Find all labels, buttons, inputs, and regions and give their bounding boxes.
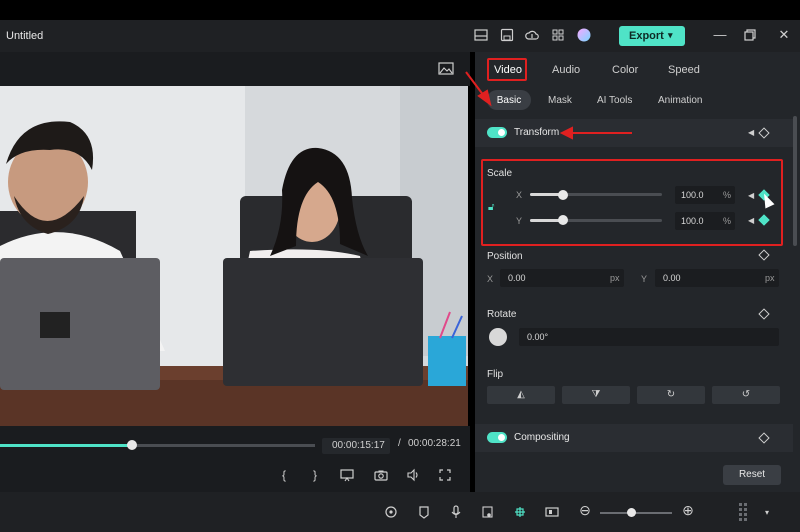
rotate-label: Rotate — [487, 309, 517, 320]
rotate-input[interactable]: 0.00° — [519, 328, 779, 346]
close-icon[interactable]: ✕ — [775, 26, 793, 44]
playback-scrubber[interactable] — [0, 444, 315, 447]
playback-progress — [0, 444, 133, 447]
transform-label: Transform — [514, 127, 560, 138]
audio-notes-icon[interactable] — [481, 505, 495, 519]
rotate-clockwise-button[interactable]: ↻ — [637, 386, 705, 404]
compositing-keyframe-icon[interactable] — [758, 432, 770, 444]
position-x-axis: X — [487, 274, 494, 284]
position-x-input[interactable]: 0.00 px — [500, 269, 624, 287]
scrubber-handle[interactable] — [127, 440, 138, 450]
timeline-grid-icon[interactable] — [738, 502, 752, 522]
display-settings-icon[interactable] — [340, 468, 354, 482]
title-bar: Untitled Export ▾ — ✕ — [0, 20, 800, 52]
transform-section-header[interactable]: Transform ◀ — [475, 119, 793, 147]
rotate-value: 0.00° — [527, 332, 549, 342]
apps-grid-icon[interactable] — [551, 28, 565, 42]
panel-scrollbar[interactable] — [793, 116, 797, 246]
flip-horizontal-icon: ◭ — [517, 389, 525, 400]
panel-tabs: Video Audio Color Speed — [475, 52, 800, 86]
transform-toggle[interactable] — [487, 127, 507, 138]
timeline-toolbar: ⊖ ⊕ ▾ — [0, 492, 800, 532]
keyframe-diamond-icon[interactable] — [758, 127, 770, 139]
flip-vertical-icon: ⧩ — [591, 389, 601, 400]
volume-icon[interactable] — [406, 468, 420, 482]
window-title: Untitled — [6, 30, 44, 42]
reset-button[interactable]: Reset — [723, 465, 781, 485]
rotate-keyframe-icon[interactable] — [758, 308, 770, 320]
tab-audio[interactable]: Audio — [552, 64, 580, 76]
chevron-down-icon: ▾ — [668, 30, 673, 40]
subtab-ai-tools[interactable]: AI Tools — [597, 95, 632, 106]
snap-magnet-icon[interactable] — [513, 505, 527, 519]
position-y-axis: Y — [641, 274, 648, 284]
rotate-counterclockwise-icon: ↺ — [741, 389, 751, 400]
render-preview-icon[interactable] — [384, 505, 398, 519]
mark-in-icon[interactable]: { — [277, 468, 291, 482]
panel-subtabs: Basic Mask AI Tools Animation — [475, 86, 800, 116]
layout-icon[interactable] — [474, 28, 488, 42]
prev-keyframe-icon[interactable]: ◀ — [748, 128, 754, 137]
fullscreen-icon[interactable] — [438, 468, 452, 482]
flip-label: Flip — [487, 369, 504, 380]
playback-controls: 00:00:15:17 / 00:00:28:21 { } — [0, 426, 470, 492]
scale-highlight — [481, 159, 783, 246]
mark-out-icon[interactable]: } — [308, 468, 322, 482]
rotate-counterclockwise-button[interactable]: ↺ — [712, 386, 780, 404]
compositing-toggle[interactable] — [487, 432, 507, 443]
position-x-value: 0.00 — [508, 273, 526, 283]
position-y-value: 0.00 — [663, 273, 681, 283]
minimize-icon[interactable]: — — [711, 26, 729, 44]
preview-header — [0, 52, 470, 86]
zoom-in-icon[interactable]: ⊕ — [681, 502, 695, 518]
subtab-basic[interactable]: Basic — [487, 90, 531, 110]
subtab-mask[interactable]: Mask — [548, 95, 572, 106]
total-time: 00:00:28:21 — [408, 438, 461, 449]
profile-avatar-icon[interactable] — [577, 28, 591, 42]
tab-speed[interactable]: Speed — [668, 64, 700, 76]
picture-in-picture-icon[interactable] — [545, 505, 559, 519]
position-y-unit: px — [765, 273, 775, 283]
time-separator: / — [398, 438, 401, 449]
video-tab-highlight — [487, 58, 527, 81]
flip-horizontal-button[interactable]: ◭ — [487, 386, 555, 404]
chevron-down-icon[interactable]: ▾ — [760, 508, 774, 522]
tab-color[interactable]: Color — [612, 64, 638, 76]
position-x-unit: px — [610, 273, 620, 283]
current-time: 00:00:15:17 — [322, 438, 390, 454]
compositing-label: Compositing — [514, 432, 570, 443]
flip-vertical-button[interactable]: ⧩ — [562, 386, 630, 404]
export-label: Export — [629, 30, 664, 42]
timeline-zoom-handle[interactable] — [627, 508, 636, 517]
export-button[interactable]: Export ▾ — [619, 26, 685, 46]
microphone-icon[interactable] — [449, 505, 463, 519]
position-keyframe-icon[interactable] — [758, 249, 770, 261]
compositing-section-header[interactable]: Compositing — [475, 424, 793, 452]
subtab-animation[interactable]: Animation — [658, 95, 702, 106]
position-label: Position — [487, 251, 523, 262]
zoom-out-icon[interactable]: ⊖ — [578, 502, 592, 518]
property-panel: Video Audio Color Speed Basic Mask AI To… — [475, 52, 800, 492]
save-icon[interactable] — [500, 28, 514, 42]
rotate-dial[interactable] — [489, 328, 507, 346]
image-icon[interactable] — [438, 62, 454, 75]
timeline-zoom-slider[interactable] — [600, 512, 672, 514]
snapshot-camera-icon[interactable] — [374, 468, 388, 482]
restore-icon[interactable] — [744, 29, 756, 41]
video-preview[interactable] — [0, 86, 468, 426]
cloud-upload-icon[interactable] — [525, 28, 539, 42]
marker-icon[interactable] — [417, 505, 431, 519]
video-frame-illustration — [0, 86, 468, 426]
position-y-input[interactable]: 0.00 px — [655, 269, 779, 287]
rotate-clockwise-icon: ↻ — [666, 389, 676, 400]
